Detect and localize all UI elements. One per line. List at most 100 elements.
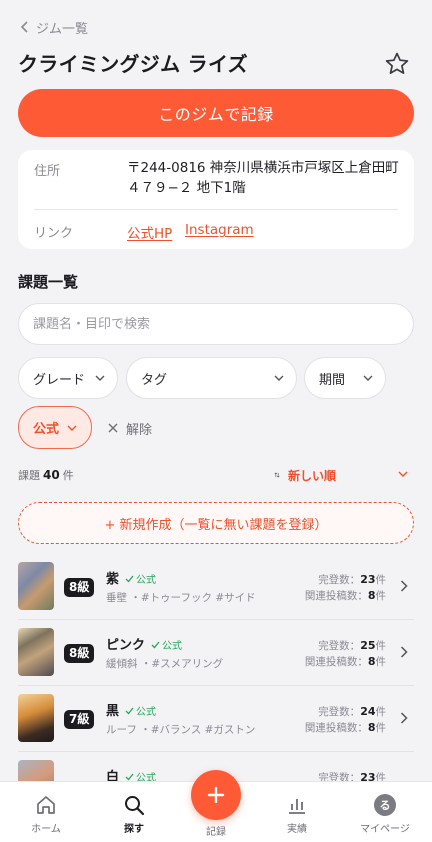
route-count-label: 課題 xyxy=(18,469,40,482)
nav-stats-label: 実績 xyxy=(287,824,307,835)
nav-stats[interactable]: 実績 xyxy=(262,794,332,838)
sort-label: 新しい順 xyxy=(288,468,337,483)
record-fab-button[interactable] xyxy=(191,770,241,820)
route-tags: ルーフ ・#バランス #ガストン xyxy=(106,724,256,736)
official-badge: 公式 xyxy=(125,571,156,586)
routes-section-title: 課題一覧 xyxy=(18,273,79,291)
favorite-star-icon[interactable] xyxy=(384,51,410,77)
post-count: 関連投稿数：8件 xyxy=(305,588,386,603)
official-filter-chip[interactable]: 公式 xyxy=(18,406,92,449)
check-icon xyxy=(125,707,134,714)
info-divider xyxy=(34,209,398,210)
chevron-down-icon xyxy=(67,425,77,431)
post-label: 関連投稿数： xyxy=(304,722,368,734)
route-thumbnail xyxy=(18,628,54,676)
completion-value: 24 xyxy=(360,705,376,718)
period-filter-label: 期間 xyxy=(319,372,346,388)
chevron-right-icon xyxy=(400,646,408,658)
nav-record-label: 記録 xyxy=(206,827,226,838)
nav-home[interactable]: ホーム xyxy=(11,794,81,838)
grade-badge: 7級 xyxy=(64,710,95,729)
nav-explore[interactable]: 探す xyxy=(99,794,169,838)
route-row[interactable]: 8級 ピンク 公式 緩傾斜 ・#スメアリング 完登数：25件 関連投稿数：8件 xyxy=(0,620,432,684)
close-icon xyxy=(108,423,118,433)
post-value: 8 xyxy=(367,721,376,734)
avatar: る xyxy=(374,794,396,816)
tag-filter-label: タグ xyxy=(141,372,168,388)
home-icon xyxy=(37,796,55,814)
address-label: 住所 xyxy=(34,164,61,179)
completion-label: 完登数： xyxy=(318,640,361,652)
completion-unit: 件 xyxy=(375,574,387,586)
route-count-unit: 件 xyxy=(62,469,74,482)
official-label: 公式 xyxy=(136,707,156,718)
completion-unit: 件 xyxy=(375,706,387,718)
nav-mypage[interactable]: る マイページ xyxy=(350,794,420,838)
official-badge: 公式 xyxy=(151,637,182,652)
grade-badge: 8級 xyxy=(64,644,95,663)
post-unit: 件 xyxy=(375,722,387,734)
route-thumbnail xyxy=(18,562,54,610)
chevron-left-icon xyxy=(20,21,28,33)
nav-home-label: ホーム xyxy=(31,824,61,835)
chevron-down-icon xyxy=(274,375,284,381)
chevron-right-icon xyxy=(400,580,408,592)
post-label: 関連投稿数： xyxy=(304,656,368,668)
page-title: クライミングジム ライズ xyxy=(18,52,248,76)
completion-count: 完登数：24件 xyxy=(318,704,386,719)
link-label: リンク xyxy=(34,226,74,241)
clear-filter-button[interactable]: 解除 xyxy=(108,417,152,439)
sort-icon xyxy=(274,472,280,478)
address-value: 〒244-0816 神奈川県横浜市戸塚区上倉田町４７９−２ 地下1階 xyxy=(127,160,399,196)
gym-info-card: 住所 〒244-0816 神奈川県横浜市戸塚区上倉田町４７９−２ 地下1階 リン… xyxy=(18,150,414,249)
official-site-link[interactable]: 公式HP xyxy=(127,222,172,242)
chevron-down-icon[interactable] xyxy=(398,471,408,477)
route-name: 紫 xyxy=(106,572,120,587)
search-icon xyxy=(125,796,145,816)
post-count: 関連投稿数：8件 xyxy=(305,654,386,669)
route-count: 課題 40 件 xyxy=(18,467,74,483)
completion-label: 完登数： xyxy=(318,574,361,586)
post-unit: 件 xyxy=(375,590,387,602)
route-tags: 垂壁 ・#トゥーフック #サイド xyxy=(106,592,256,604)
back-link-label: ジム一覧 xyxy=(36,21,89,37)
route-name: 黒 xyxy=(106,704,120,719)
route-row[interactable]: 7級 黒 公式 ルーフ ・#バランス #ガストン 完登数：24件 関連投稿数：8… xyxy=(0,686,432,750)
completion-count: 完登数：25件 xyxy=(318,638,386,653)
grade-badge: 8級 xyxy=(64,578,95,597)
chevron-down-icon xyxy=(95,375,105,381)
route-thumbnail xyxy=(18,694,54,742)
bar-chart-icon xyxy=(289,799,305,814)
completion-value: 25 xyxy=(360,639,376,652)
tag-filter[interactable]: タグ xyxy=(126,357,297,399)
route-name: ピンク xyxy=(106,638,146,653)
post-label: 関連投稿数： xyxy=(304,590,368,602)
post-value: 8 xyxy=(367,589,376,602)
clear-filter-label: 解除 xyxy=(126,422,153,438)
check-icon xyxy=(125,575,134,582)
route-row[interactable]: 8級 紫 公式 垂壁 ・#トゥーフック #サイド 完登数：23件 関連投稿数：8… xyxy=(0,554,432,618)
sort-dropdown[interactable]: 新しい順 xyxy=(272,466,336,484)
grade-filter[interactable]: グレード xyxy=(18,357,118,399)
back-link[interactable]: ジム一覧 xyxy=(20,17,88,37)
official-chip-label: 公式 xyxy=(32,422,59,437)
grade-filter-label: グレード xyxy=(33,372,86,388)
official-label: 公式 xyxy=(136,575,156,586)
post-unit: 件 xyxy=(375,656,387,668)
official-label: 公式 xyxy=(162,641,182,652)
post-count: 関連投稿数：8件 xyxy=(305,720,386,735)
nav-explore-label: 探す xyxy=(124,824,144,835)
nav-mypage-label: マイページ xyxy=(360,824,410,835)
route-search-input[interactable] xyxy=(18,303,414,345)
record-at-gym-button[interactable]: このジムで記録 xyxy=(18,89,414,137)
check-icon xyxy=(151,641,160,648)
completion-label: 完登数： xyxy=(318,706,361,718)
period-filter[interactable]: 期間 xyxy=(304,357,386,399)
completion-unit: 件 xyxy=(375,640,387,652)
instagram-link[interactable]: Instagram xyxy=(185,222,254,238)
route-tags: 緩傾斜 ・#スメアリング xyxy=(106,658,224,670)
create-route-button[interactable]: + 新規作成（一覧に無い課題を登録） xyxy=(18,502,414,544)
completion-count: 完登数：23件 xyxy=(318,572,386,587)
check-icon xyxy=(125,773,134,780)
route-count-value: 40 xyxy=(43,468,60,482)
